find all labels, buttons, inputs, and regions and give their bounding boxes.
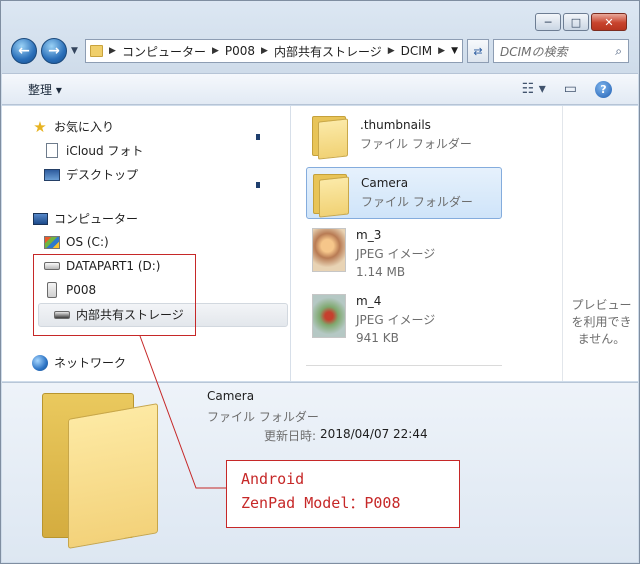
- back-button[interactable]: ←: [11, 38, 37, 64]
- list-item[interactable]: .thumbnails ファイル フォルダー: [306, 110, 502, 162]
- search-placeholder: DCIMの検索: [500, 44, 568, 59]
- toolbar-right: ☷ ▾ ▭ ?: [522, 80, 612, 98]
- file-type: JPEG イメージ: [356, 313, 436, 327]
- file-name: Camera: [361, 176, 409, 190]
- address-dropdown-icon[interactable]: ▼: [451, 46, 458, 56]
- nav-icloud-photos[interactable]: iCloud フォト: [44, 142, 143, 159]
- star-icon: ★: [33, 117, 47, 136]
- file-type: ファイル フォルダー: [361, 195, 473, 209]
- file-type: JPEG イメージ: [356, 247, 436, 261]
- nav-os-drive[interactable]: OS (C:): [44, 234, 109, 250]
- command-bar: 整理 ▾ ☷ ▾ ▭ ?: [2, 73, 638, 105]
- marker: [256, 134, 260, 140]
- nav-label: ネットワーク: [54, 356, 127, 370]
- forward-button[interactable]: →: [41, 38, 67, 64]
- main-area: ★ お気に入り iCloud フォト デスクトップ コンピューター OS (C:…: [2, 106, 638, 381]
- navigation-pane[interactable]: ★ お気に入り iCloud フォト デスクトップ コンピューター OS (C:…: [2, 106, 291, 381]
- recent-pages-chevron-icon[interactable]: ▼: [71, 46, 81, 56]
- details-modified: 更新日時: 2018/04/07 22:44: [264, 427, 428, 444]
- minimize-button[interactable]: ─: [535, 13, 561, 31]
- chevron-right-icon[interactable]: ▶: [109, 46, 116, 56]
- nav-label: iCloud フォト: [66, 144, 144, 158]
- close-button[interactable]: ✕: [591, 13, 627, 31]
- nav-label: OS (C:): [66, 235, 109, 249]
- view-options-icon[interactable]: ☷ ▾: [522, 81, 546, 97]
- nav-network[interactable]: ネットワーク: [32, 354, 126, 371]
- file-list[interactable]: .thumbnails ファイル フォルダー Camera ファイル フォルダー…: [292, 106, 562, 381]
- nav-computer[interactable]: コンピューター: [32, 210, 138, 227]
- list-item-selected[interactable]: Camera ファイル フォルダー: [306, 167, 502, 219]
- network-icon: [32, 354, 48, 371]
- nav-desktop[interactable]: デスクトップ: [44, 166, 138, 183]
- folder-icon: [90, 45, 104, 57]
- refresh-button[interactable]: ⇄: [467, 39, 489, 63]
- modified-label: 更新日時:: [264, 429, 317, 443]
- file-size: 1.14 MB: [356, 265, 406, 279]
- chevron-right-icon[interactable]: ▶: [438, 46, 445, 56]
- breadcrumb-storage[interactable]: 内部共有ストレージ: [274, 43, 382, 60]
- list-item[interactable]: m_3 JPEG イメージ 1.14 MB: [306, 224, 502, 284]
- search-input[interactable]: DCIMの検索 ⌕: [493, 39, 629, 63]
- folder-icon: [310, 114, 350, 160]
- address-bar[interactable]: ▶ コンピューター ▶ P008 ▶ 内部共有ストレージ ▶ DCIM ▶ ▼: [85, 39, 463, 63]
- details-type: ファイル フォルダー: [207, 410, 319, 424]
- os-drive-icon: [44, 234, 60, 250]
- file-name: m_4: [356, 294, 382, 308]
- caption-buttons: ─ □ ✕: [535, 13, 627, 31]
- nav-favorites[interactable]: ★ お気に入り: [32, 117, 115, 136]
- chevron-right-icon[interactable]: ▶: [212, 46, 219, 56]
- chevron-right-icon[interactable]: ▶: [261, 46, 268, 56]
- modified-value: 2018/04/07 22:44: [320, 427, 428, 441]
- file-size: 941 KB: [356, 331, 399, 345]
- blank-area: [178, 126, 264, 210]
- image-thumbnail: [312, 294, 346, 338]
- file-type: ファイル フォルダー: [360, 137, 472, 151]
- breadcrumb-dcim[interactable]: DCIM: [401, 44, 433, 58]
- annotation-note: Android ZenPad Model：P008: [226, 460, 460, 528]
- details-name: Camera: [207, 389, 255, 403]
- chevron-right-icon[interactable]: ▶: [388, 46, 395, 56]
- organize-button[interactable]: 整理 ▾: [28, 81, 62, 98]
- preview-pane-icon[interactable]: ▭: [564, 81, 577, 97]
- help-icon[interactable]: ?: [595, 80, 612, 98]
- page-icon: [44, 143, 60, 159]
- navigation-bar: ← → ▼ ▶ コンピューター ▶ P008 ▶ 内部共有ストレージ ▶ DCI…: [11, 37, 629, 65]
- preview-message: プレビューを利用できません。: [571, 298, 632, 346]
- annotation-highlight-box: [33, 254, 196, 336]
- marker: [256, 182, 260, 188]
- nav-label: お気に入り: [54, 120, 115, 134]
- annotation-line-2: ZenPad Model：P008: [241, 494, 401, 512]
- horizontal-divider: [306, 352, 502, 366]
- preview-pane: プレビューを利用できません。: [562, 106, 640, 381]
- folder-icon: [311, 172, 351, 218]
- maximize-button[interactable]: □: [563, 13, 589, 31]
- list-item[interactable]: m_4 JPEG イメージ 941 KB: [306, 290, 502, 350]
- computer-icon: [32, 211, 48, 227]
- desktop-icon: [44, 167, 60, 183]
- file-name: m_3: [356, 228, 382, 242]
- nav-label: コンピューター: [54, 212, 139, 226]
- image-thumbnail: [312, 228, 346, 272]
- breadcrumb-device[interactable]: P008: [225, 44, 255, 58]
- search-icon[interactable]: ⌕: [615, 44, 622, 59]
- nav-label: デスクトップ: [66, 168, 139, 182]
- large-folder-icon: [42, 393, 162, 549]
- file-name: .thumbnails: [360, 118, 431, 132]
- annotation-line-1: Android: [241, 470, 305, 488]
- breadcrumb-computer[interactable]: コンピューター: [122, 43, 206, 60]
